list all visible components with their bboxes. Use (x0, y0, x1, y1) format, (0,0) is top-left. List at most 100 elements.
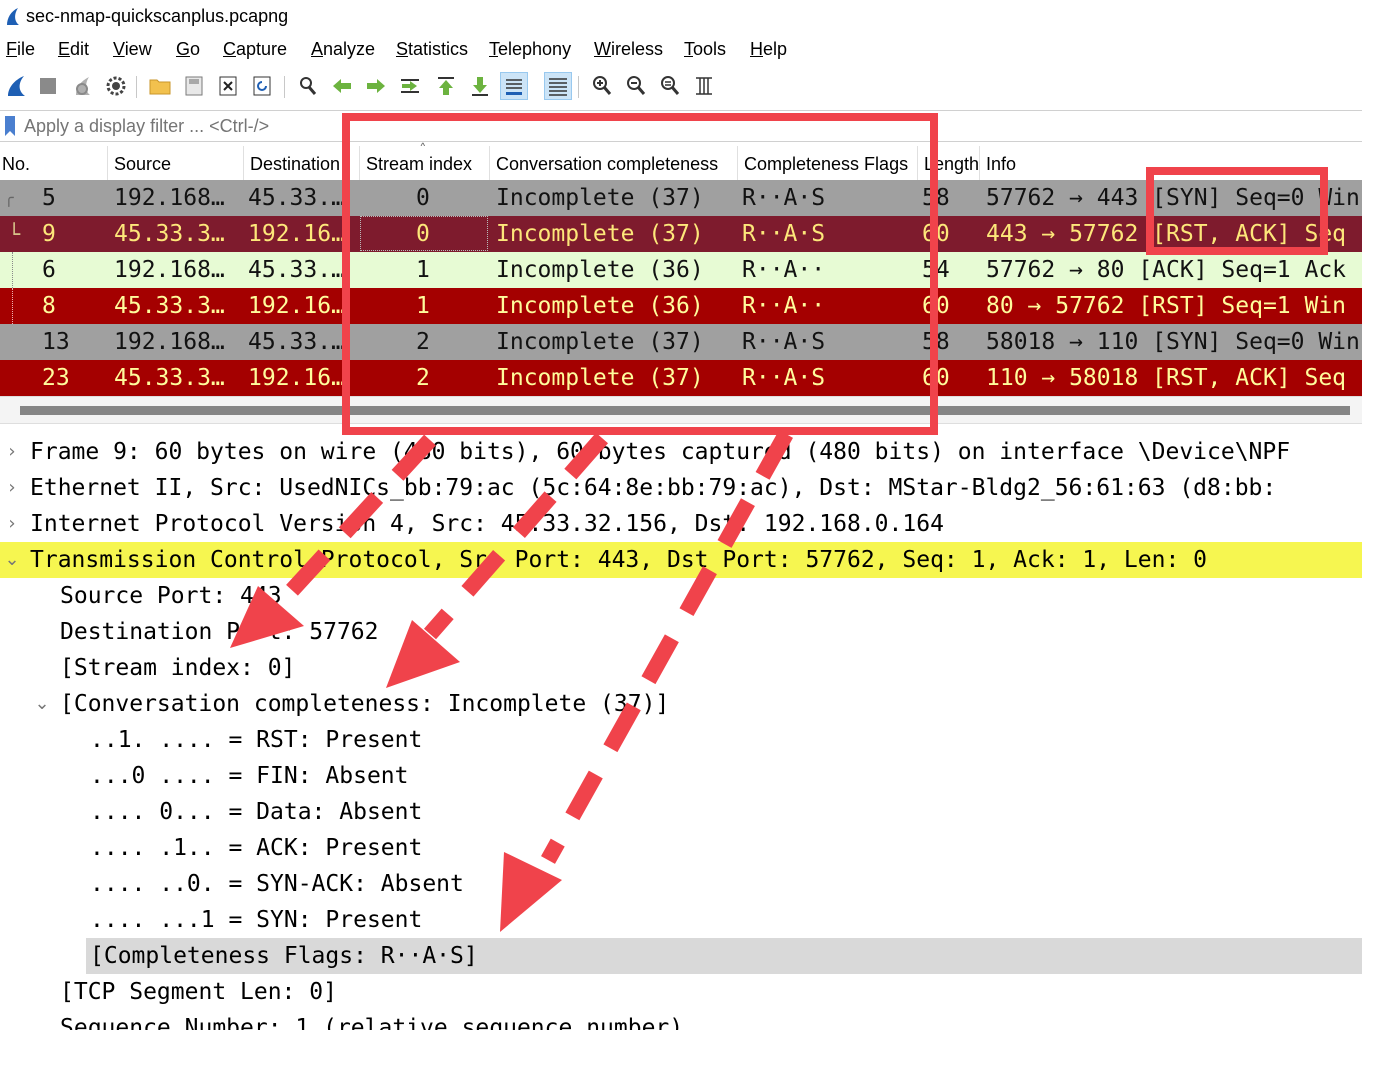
details-tree-node[interactable]: .... 0... = Data: Absent (0, 794, 1362, 830)
details-tree-node[interactable]: Source Port: 443 (0, 578, 1362, 614)
menu-telephony[interactable]: Telephony (489, 39, 571, 60)
packet-length: 60 (922, 293, 950, 319)
close-file-icon (219, 76, 237, 96)
colorize-button[interactable] (544, 72, 572, 100)
packet-row[interactable]: 6 192.168… 45.33.… 1 Incomplete (36) R··… (0, 252, 1362, 288)
details-tree-node[interactable]: › Internet Protocol Version 4, Src: 45.33… (0, 506, 1362, 542)
expand-arrow-icon[interactable]: › (4, 470, 20, 506)
details-node-text: ...0 .... = FIN: Absent (90, 763, 409, 789)
zoom-in-button[interactable] (588, 72, 616, 100)
packet-row-selected[interactable]: └ 9 45.33.3… 192.16… 0 Incomplete (37) R… (0, 216, 1362, 252)
autoscroll-button[interactable] (500, 72, 528, 100)
menu-tools[interactable]: Tools (684, 39, 726, 60)
resize-columns-button[interactable] (690, 72, 718, 100)
column-length[interactable]: Length (918, 146, 980, 182)
collapse-arrow-icon[interactable]: ⌄ (34, 686, 50, 722)
go-forward-button[interactable] (362, 72, 390, 100)
details-tree-node[interactable]: .... ...1 = SYN: Present (0, 902, 1362, 938)
details-tree-node[interactable]: Sequence Number: 1 (relative sequence nu… (0, 1010, 1362, 1030)
packet-flags: R··A·· (742, 293, 826, 319)
save-file-button[interactable] (180, 72, 208, 100)
details-tree-node[interactable]: Destination Port: 57762 (0, 614, 1362, 650)
menu-analyze[interactable]: Analyze (311, 39, 375, 60)
menu-statistics[interactable]: Statistics (396, 39, 468, 60)
packet-flags: R··A·S (742, 329, 826, 355)
zoom-in-icon (593, 76, 612, 95)
zoom-reset-icon (661, 76, 680, 95)
details-node-text: ..1. .... = RST: Present (90, 727, 423, 753)
packet-destination: 45.33.… (248, 329, 345, 355)
packet-row[interactable]: 23 45.33.3… 192.16… 2 Incomplete (37) R·… (0, 360, 1362, 396)
details-tree-node[interactable]: [Completeness Flags: R··A·S] (86, 938, 1362, 974)
packet-row[interactable]: 13 192.168… 45.33.… 2 Incomplete (37) R·… (0, 324, 1362, 360)
packet-info: 57762 → 80 [ACK] Seq=1 Ack (986, 257, 1347, 283)
packet-row[interactable]: 8 45.33.3… 192.16… 1 Incomplete (36) R··… (0, 288, 1362, 324)
packet-no: 23 (42, 365, 70, 391)
column-conversation-completeness[interactable]: Conversation completeness (490, 146, 738, 182)
details-tree-node[interactable]: .... .1.. = ACK: Present (0, 830, 1362, 866)
start-capture-button[interactable] (2, 72, 30, 100)
go-last-packet-button[interactable] (466, 72, 494, 100)
find-packet-button[interactable] (294, 72, 322, 100)
packet-source: 192.168… (114, 329, 225, 355)
details-tree-node[interactable]: ...0 .... = FIN: Absent (0, 758, 1362, 794)
column-info[interactable]: Info (980, 146, 1362, 182)
related-packet-icon (12, 288, 17, 324)
details-tree-node[interactable]: ⌄ Transmission Control Protocol, Src Port… (0, 542, 1362, 578)
wireshark-fin-icon (7, 8, 19, 25)
column-completeness-flags[interactable]: Completeness Flags (738, 146, 918, 182)
packet-source: 192.168… (114, 185, 225, 211)
gear-icon (106, 76, 126, 96)
expand-arrow-icon[interactable]: › (4, 506, 20, 542)
packet-stream-index: 2 (416, 329, 430, 355)
go-back-button[interactable] (328, 72, 356, 100)
packet-list-horizontal-scrollbar[interactable] (0, 396, 1362, 424)
packet-destination: 192.16… (248, 293, 345, 319)
menu-view[interactable]: View (113, 39, 152, 60)
capture-options-button[interactable] (102, 72, 130, 100)
menu-wireless[interactable]: Wireless (594, 39, 663, 60)
packet-flags: R··A·S (742, 185, 826, 211)
zoom-reset-button[interactable] (656, 72, 684, 100)
details-tree-node[interactable]: [TCP Segment Len: 0] (0, 974, 1362, 1010)
packet-destination: 192.16… (248, 365, 345, 391)
go-first-packet-button[interactable] (432, 72, 460, 100)
column-destination[interactable]: Destination (244, 146, 360, 182)
resize-columns-icon (696, 77, 712, 95)
display-filter-input[interactable] (22, 113, 1026, 139)
stop-capture-button[interactable] (34, 72, 62, 100)
column-source[interactable]: Source (108, 146, 244, 182)
menu-go[interactable]: Go (176, 39, 200, 60)
details-node-text: .... ...1 = SYN: Present (90, 907, 423, 933)
menu-help[interactable]: Help (750, 39, 787, 60)
go-to-packet-button[interactable] (396, 72, 424, 100)
details-tree-node[interactable]: › Ethernet II, Src: UsedNICs_bb:79:ac (5c… (0, 470, 1362, 506)
details-tree-node[interactable]: › Frame 9: 60 bytes on wire (480 bits), 6… (0, 434, 1362, 470)
collapse-arrow-icon[interactable]: ⌄ (4, 542, 20, 578)
expand-arrow-icon[interactable]: › (4, 434, 20, 470)
column-stream-index[interactable]: Stream index (360, 146, 490, 182)
open-file-button[interactable] (146, 72, 174, 100)
details-tree-node[interactable]: ⌄ [Conversation completeness: Incomplete … (0, 686, 1362, 722)
menu-edit[interactable]: Edit (58, 39, 89, 60)
details-tree-node[interactable]: [Stream index: 0] (0, 650, 1362, 686)
title-bar: sec-nmap-quickscanplus.pcapng (0, 0, 1362, 34)
packet-completeness: Incomplete (37) (496, 221, 704, 247)
details-node-text: Destination Port: 57762 (60, 619, 379, 645)
scrollbar-thumb[interactable] (20, 406, 1350, 415)
menu-capture[interactable]: Capture (223, 39, 287, 60)
packet-row[interactable]: ╭ 5 192.168… 45.33.… 0 Incomplete (37) R… (0, 180, 1362, 216)
bookmark-icon[interactable] (4, 115, 16, 137)
details-node-text: Source Port: 443 (60, 583, 282, 609)
zoom-out-button[interactable] (622, 72, 650, 100)
column-no[interactable]: No. (0, 146, 108, 182)
restart-capture-button[interactable] (68, 72, 96, 100)
details-tree-node[interactable]: ..1. .... = RST: Present (0, 722, 1362, 758)
details-node-text: .... 0... = Data: Absent (90, 799, 423, 825)
details-tree-node[interactable]: .... ..0. = SYN-ACK: Absent (0, 866, 1362, 902)
reload-file-button[interactable] (248, 72, 276, 100)
close-file-button[interactable] (214, 72, 242, 100)
save-icon (185, 76, 203, 96)
packet-destination: 45.33.… (248, 185, 345, 211)
menu-file[interactable]: File (6, 39, 35, 60)
